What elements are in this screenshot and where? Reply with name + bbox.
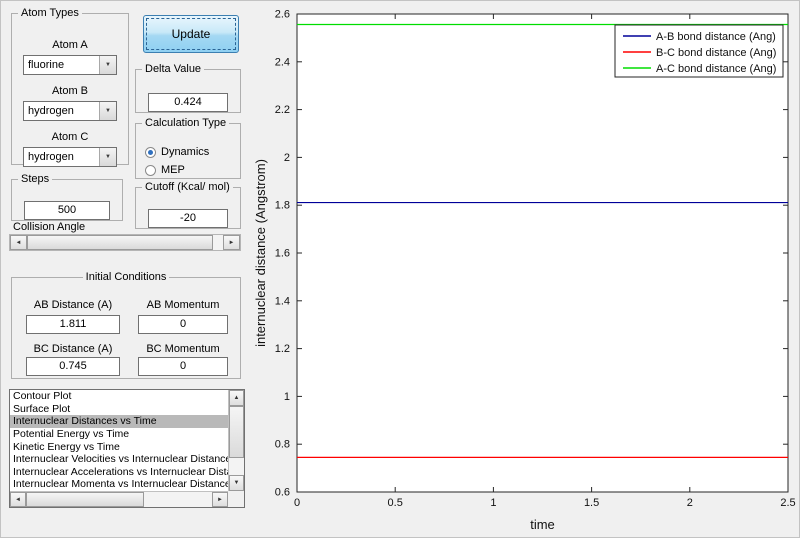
calculation-type-title: Calculation Type bbox=[142, 117, 230, 129]
ab-momentum-label: AB Momentum bbox=[146, 299, 220, 311]
list-item[interactable]: Internuclear Accelerations vs Internucle… bbox=[10, 466, 228, 479]
atom-c-value: hydrogen bbox=[28, 151, 74, 163]
atom-types-group: Atom Types Atom A fluorine ▼ Atom B hydr… bbox=[11, 7, 129, 167]
cutoff-field[interactable]: -20 bbox=[148, 209, 228, 228]
listbox-horizontal-scrollbar[interactable]: ◄ ► bbox=[10, 491, 228, 507]
list-item[interactable]: Contour Plot bbox=[10, 390, 228, 403]
scrollbar-corner bbox=[228, 491, 244, 507]
collision-angle-label: Collision Angle bbox=[13, 221, 86, 233]
chevron-down-icon[interactable]: ▼ bbox=[99, 102, 116, 120]
chevron-down-icon[interactable]: ▼ bbox=[99, 56, 116, 74]
y-tick-label: 1.2 bbox=[275, 343, 290, 355]
bc-momentum-label: BC Momentum bbox=[146, 343, 220, 355]
y-tick-label: 1 bbox=[284, 391, 290, 403]
horizontal-scrollbar-thumb[interactable] bbox=[26, 492, 144, 507]
scroll-down-icon[interactable]: ▼ bbox=[229, 475, 244, 491]
x-tick-label: 0.5 bbox=[388, 497, 403, 509]
y-tick-label: 1.8 bbox=[275, 200, 290, 212]
delta-value-field[interactable]: 0.424 bbox=[148, 93, 228, 112]
chevron-down-icon[interactable]: ▼ bbox=[99, 148, 116, 166]
atom-b-dropdown[interactable]: hydrogen ▼ bbox=[23, 101, 117, 121]
delta-value-title: Delta Value bbox=[142, 63, 205, 75]
collision-angle-slider[interactable]: ◄ ► bbox=[9, 234, 241, 251]
calculation-type-group: Calculation Type Dynamics MEP bbox=[135, 117, 241, 179]
plot-type-listbox[interactable]: Contour Plot Surface Plot Internuclear Dis… bbox=[9, 389, 245, 508]
cutoff-group: Cutoff (Kcal/ mol) -20 bbox=[135, 181, 241, 229]
x-tick-label: 0 bbox=[294, 497, 300, 509]
bc-distance-label: BC Distance (A) bbox=[33, 343, 113, 355]
atom-b-value: hydrogen bbox=[28, 105, 74, 117]
y-tick-label: 0.6 bbox=[275, 487, 290, 499]
bc-distance-field[interactable]: 0.745 bbox=[26, 357, 120, 376]
mep-radio-label: MEP bbox=[161, 164, 185, 176]
bc-momentum-field[interactable]: 0 bbox=[138, 357, 228, 376]
steps-group: Steps 500 bbox=[11, 173, 123, 221]
ab-distance-field[interactable]: 1.811 bbox=[26, 315, 120, 334]
steps-title: Steps bbox=[18, 173, 53, 185]
y-tick-label: 2.2 bbox=[275, 104, 290, 116]
list-item[interactable]: Internuclear Distances vs Time bbox=[10, 415, 228, 428]
radio-icon[interactable] bbox=[145, 164, 156, 176]
atom-c-label: Atom C bbox=[51, 131, 89, 143]
scroll-left-icon[interactable]: ◄ bbox=[10, 235, 27, 250]
list-item[interactable]: Internuclear Velocities vs Internuclear … bbox=[10, 453, 228, 466]
atom-c-dropdown[interactable]: hydrogen ▼ bbox=[23, 147, 117, 167]
atom-b-label: Atom B bbox=[51, 85, 89, 97]
atom-a-value: fluorine bbox=[28, 59, 65, 71]
vertical-scrollbar-thumb[interactable] bbox=[229, 406, 244, 458]
y-tick-label: 2.6 bbox=[275, 9, 290, 21]
y-tick-label: 1.4 bbox=[275, 295, 290, 307]
initial-conditions-title: Initial Conditions bbox=[82, 271, 170, 283]
legend-label: B-C bond distance (Ang) bbox=[656, 47, 776, 59]
mep-radio[interactable]: MEP bbox=[145, 163, 185, 177]
scroll-right-icon[interactable]: ► bbox=[223, 235, 240, 250]
y-axis-label: internuclear distance (Angstrom) bbox=[253, 159, 268, 347]
x-tick-label: 2.5 bbox=[780, 497, 795, 509]
plot-area bbox=[296, 13, 789, 493]
scroll-right-icon[interactable]: ► bbox=[212, 492, 228, 507]
radio-icon[interactable] bbox=[145, 146, 156, 158]
list-item[interactable]: Potential Energy vs Time bbox=[10, 428, 228, 441]
update-button[interactable]: Update bbox=[143, 15, 239, 53]
delta-value-group: Delta Value 0.424 bbox=[135, 63, 241, 113]
dynamics-radio-label: Dynamics bbox=[161, 146, 210, 158]
internuclear-distance-chart: 0 0.5 1 1.5 2 2.5 0.6 0.8 1 1.2 1.4 1.6 1.8 2 2.2 2.4 2.… bbox=[253, 9, 796, 533]
ab-momentum-field[interactable]: 0 bbox=[138, 315, 228, 334]
atom-a-label: Atom A bbox=[52, 39, 88, 51]
y-tick-label: 2.4 bbox=[275, 56, 290, 68]
cutoff-title: Cutoff (Kcal/ mol) bbox=[142, 181, 233, 193]
y-tick-label: 2 bbox=[284, 152, 290, 164]
steps-field[interactable]: 500 bbox=[24, 201, 110, 220]
plot-type-list-items: Contour Plot Surface Plot Internuclear Dis… bbox=[10, 390, 228, 491]
y-tick-label: 0.8 bbox=[275, 439, 290, 451]
list-item[interactable]: Kinetic Energy vs Time bbox=[10, 441, 228, 454]
x-axis-label: time bbox=[530, 517, 555, 532]
list-item[interactable]: Internuclear Momenta vs Internuclear Dis… bbox=[10, 478, 228, 491]
x-tick-label: 1 bbox=[490, 497, 496, 509]
listbox-vertical-scrollbar[interactable]: ▲ ▼ bbox=[228, 390, 244, 491]
x-tick-label: 2 bbox=[687, 497, 693, 509]
scroll-up-icon[interactable]: ▲ bbox=[229, 390, 244, 406]
list-item[interactable]: Surface Plot bbox=[10, 403, 228, 416]
x-tick-label: 1.5 bbox=[584, 497, 599, 509]
scroll-left-icon[interactable]: ◄ bbox=[10, 492, 26, 507]
atom-types-title: Atom Types bbox=[18, 7, 82, 19]
app-window: Atom Types Atom A fluorine ▼ Atom B hydr… bbox=[0, 0, 800, 538]
atom-a-dropdown[interactable]: fluorine ▼ bbox=[23, 55, 117, 75]
legend-label: A-C bond distance (Ang) bbox=[656, 63, 776, 75]
y-tick-label: 1.6 bbox=[275, 248, 290, 260]
initial-conditions-group: Initial Conditions AB Distance (A) AB Mo… bbox=[11, 271, 241, 379]
legend-label: A-B bond distance (Ang) bbox=[656, 31, 776, 43]
dynamics-radio[interactable]: Dynamics bbox=[145, 145, 209, 159]
slider-thumb[interactable] bbox=[27, 235, 213, 250]
ab-distance-label: AB Distance (A) bbox=[33, 299, 113, 311]
